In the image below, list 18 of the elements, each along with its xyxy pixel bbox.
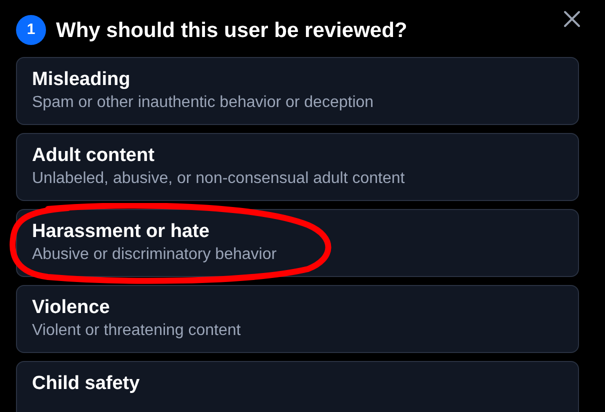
report-option[interactable]: Child safety: [16, 361, 579, 412]
option-description: Spam or other inauthentic behavior or deception: [32, 93, 374, 113]
close-icon: [563, 10, 581, 28]
option-description: Unlabeled, abusive, or non-consensual adult content: [32, 169, 405, 189]
dialog-title: Why should this user be reviewed?: [56, 20, 408, 40]
option-title: Child safety: [32, 372, 140, 396]
report-option[interactable]: Violence Violent or threatening content: [16, 285, 579, 353]
report-option[interactable]: Harassment or hate Abusive or discriminatory behavior: [16, 209, 579, 277]
option-description: Violent or threatening content: [32, 321, 241, 341]
option-title: Violence: [32, 296, 110, 320]
option-title: Harassment or hate: [32, 220, 210, 244]
step-badge: 1: [16, 15, 46, 45]
option-description: Abusive or discriminatory behavior: [32, 245, 277, 265]
report-option[interactable]: Adult content Unlabeled, abusive, or non-consensual adult content: [16, 133, 579, 201]
report-option[interactable]: Misleading Spam or other inauthentic behavior or deception: [16, 57, 579, 125]
option-title: Misleading: [32, 68, 130, 92]
option-title: Adult content: [32, 144, 154, 168]
close-button[interactable]: [561, 8, 583, 30]
